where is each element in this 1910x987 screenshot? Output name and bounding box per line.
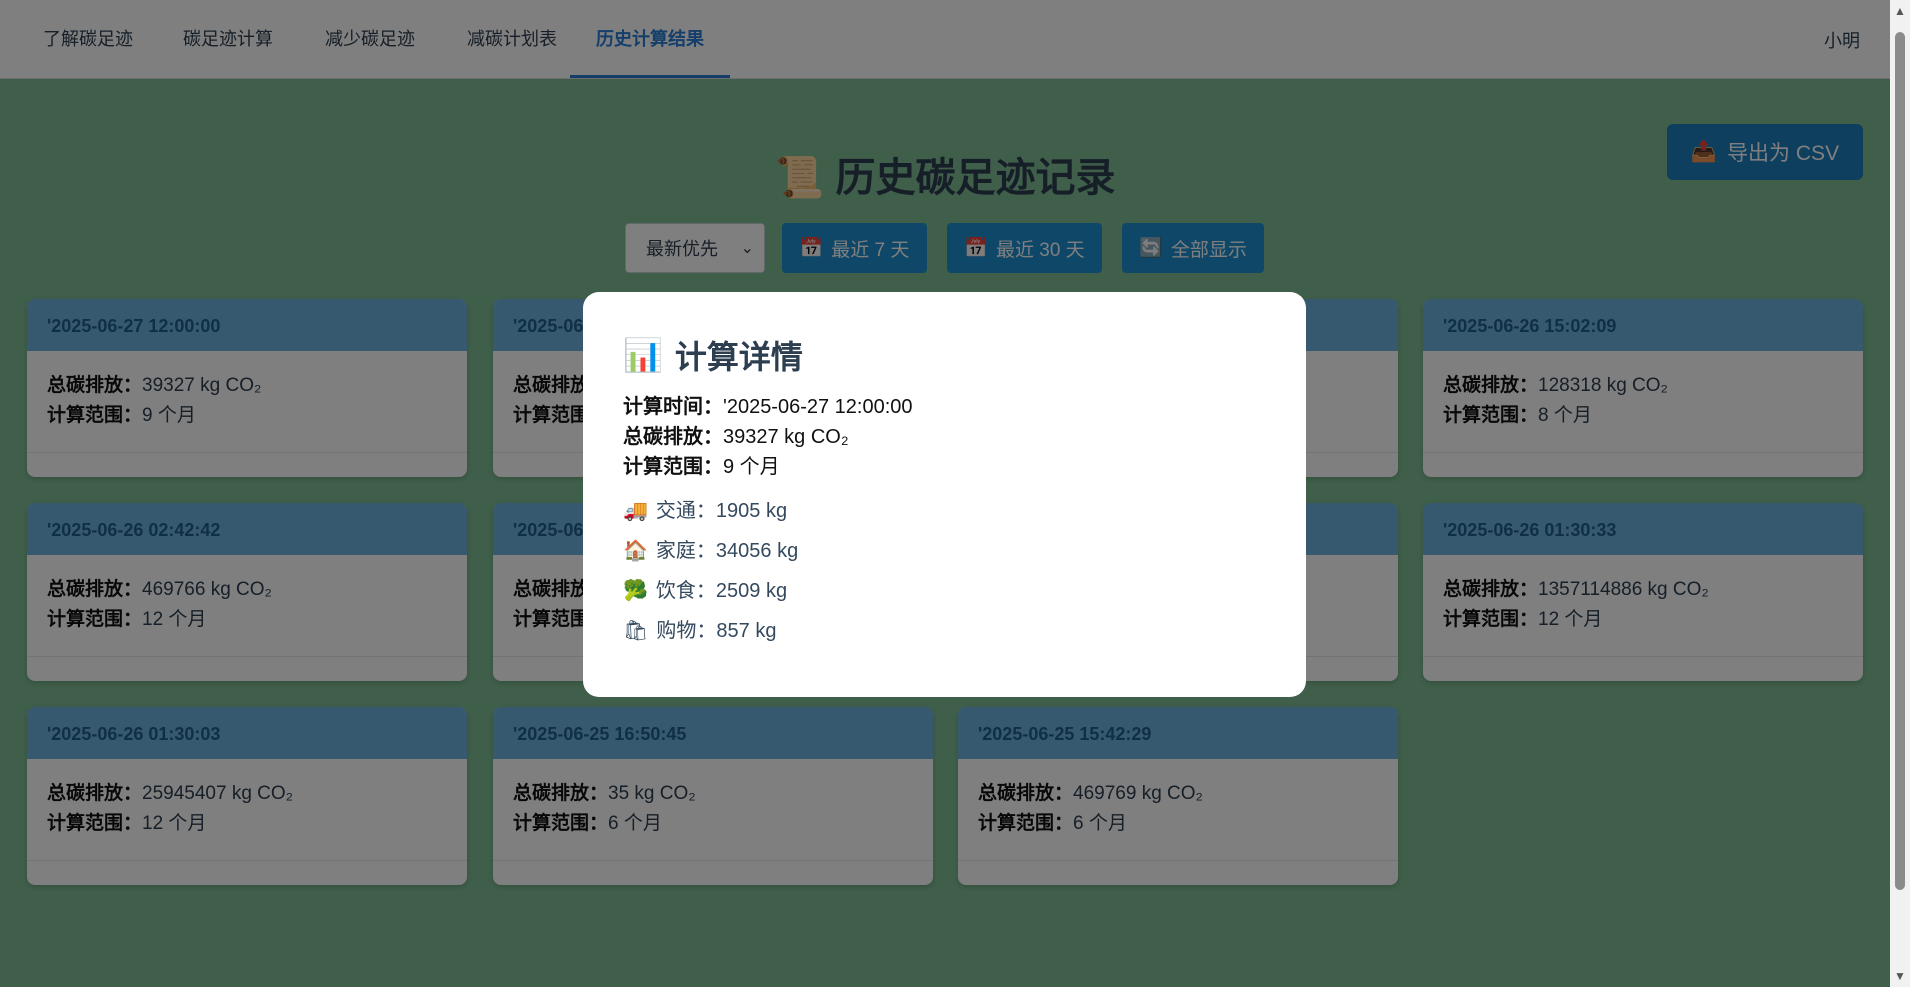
home-text: 家庭：34056 kg [655, 540, 799, 562]
scroll-thumb[interactable] [1895, 32, 1905, 890]
time-value: '2025-06-27 12:00:00 [723, 396, 913, 418]
time-label: 计算时间： [623, 396, 723, 418]
food-text: 饮食：2509 kg [655, 580, 788, 602]
modal-title-text: 计算详情 [674, 339, 803, 375]
total-value: 39327 kg CO₂ [723, 426, 849, 448]
house-icon: 🏠 [623, 540, 648, 562]
vertical-scrollbar[interactable]: ▲ ▼ [1890, 0, 1910, 987]
bar-chart-icon: 📊 [623, 337, 663, 373]
shopping-text: 购物：857 kg [656, 620, 777, 642]
details-modal: 📊 计算详情 计算时间：'2025-06-27 12:00:00 总碳排放：39… [583, 292, 1306, 697]
transport-text: 交通：1905 kg [655, 500, 788, 522]
range-value: 9 个月 [723, 456, 780, 478]
detail-total: 总碳排放：39327 kg CO₂ [623, 422, 1266, 452]
detail-transport: 🚚 交通：1905 kg [623, 496, 1266, 526]
range-label: 计算范围： [623, 456, 723, 478]
scroll-up-icon[interactable]: ▲ [1894, 4, 1906, 18]
shopping-bags-icon: 🛍 [623, 620, 649, 642]
broccoli-icon: 🥦 [623, 580, 648, 602]
total-label: 总碳排放： [623, 426, 723, 448]
scroll-down-icon[interactable]: ▼ [1894, 969, 1906, 983]
detail-home: 🏠 家庭：34056 kg [623, 536, 1266, 566]
detail-food: 🥦 饮食：2509 kg [623, 576, 1266, 606]
modal-title: 📊 计算详情 [623, 332, 1266, 378]
truck-icon: 🚚 [623, 500, 648, 522]
detail-shopping: 🛍 购物：857 kg [623, 616, 1266, 646]
detail-range: 计算范围：9 个月 [623, 452, 1266, 482]
detail-time: 计算时间：'2025-06-27 12:00:00 [623, 392, 1266, 422]
